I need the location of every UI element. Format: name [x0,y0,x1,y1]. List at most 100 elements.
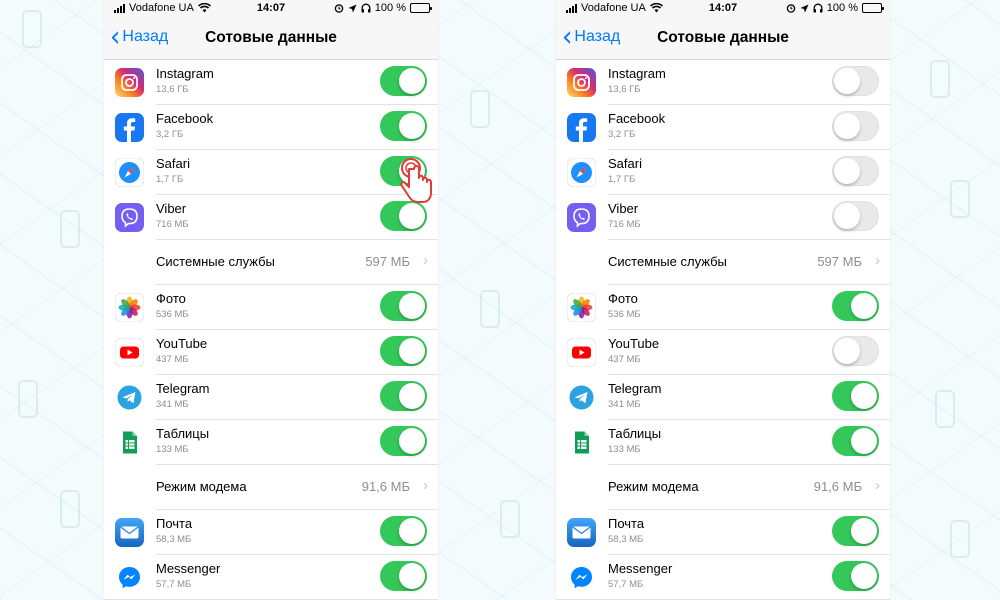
instagram-icon [115,68,144,97]
page-title: Сотовые данные [657,29,789,46]
app-name: Safari [608,156,642,171]
cellular-data-toggle[interactable] [380,336,427,366]
cellular-data-toggle[interactable] [832,201,879,231]
app-name: YouTube [608,336,660,351]
toggle-knob [851,293,877,319]
system-row-label: Системные службы [156,254,275,269]
toggle-knob [399,293,425,319]
telegram-icon [115,383,144,412]
cellular-data-toggle[interactable] [832,66,879,96]
facebook-icon [567,113,596,142]
app-data-usage: 536 МБ [608,309,641,320]
app-data-usage: 341 МБ [156,399,189,410]
cellular-data-toggle[interactable] [832,561,879,591]
app-name: Messenger [156,561,221,576]
phone-watermark-icon [18,380,38,418]
app-row: Instagram 13,6 ГБ [556,60,890,105]
app-name: Viber [608,201,639,216]
system-row[interactable]: Системные службы 597 МБ › [556,240,890,285]
app-data-usage: 716 МБ [156,219,189,230]
cellular-data-toggle[interactable] [832,516,879,546]
system-row-value: 597 МБ [365,254,410,269]
messenger-icon [115,563,144,592]
system-row[interactable]: Режим модема 91,6 МБ › [104,465,438,510]
app-data-usage: 437 МБ [156,354,189,365]
app-data-usage: 57,7 МБ [156,579,192,590]
cellular-data-toggle[interactable] [380,426,427,456]
app-row: Instagram 13,6 ГБ [104,60,438,105]
app-row: Safari 1,7 ГБ [104,150,438,195]
app-row: Messenger 57,7 МБ [104,555,438,600]
viber-icon [115,203,144,232]
app-data-usage: 341 МБ [608,399,641,410]
app-data-usage: 1,7 ГБ [156,174,184,185]
app-data-usage: 3,2 ГБ [156,129,184,140]
app-name: Telegram [156,381,210,396]
alarm-icon [786,4,796,13]
system-row[interactable]: Системные службы 597 МБ › [104,240,438,285]
system-row-label: Системные службы [608,254,727,269]
mail-icon [115,518,144,547]
system-row[interactable]: Режим модема 91,6 МБ › [556,465,890,510]
cellular-data-toggle[interactable] [832,291,879,321]
app-row: Почта 58,3 МБ [556,510,890,555]
cellular-data-toggle[interactable] [832,381,879,411]
toggle-knob [851,563,877,589]
sheets-icon [567,428,596,457]
youtube-icon [567,338,596,367]
app-name: Instagram [156,66,214,81]
system-row-value: 91,6 МБ [361,479,410,494]
app-name: Почта [156,516,193,531]
app-row: Таблицы 133 МБ [556,420,890,465]
cellular-app-list: Instagram 13,6 ГБ Facebook 3,2 ГБ Safari… [104,60,438,600]
toggle-knob [399,563,425,589]
cellular-data-toggle[interactable] [832,336,879,366]
cellular-data-toggle[interactable] [380,201,427,231]
app-name: Facebook [608,111,666,126]
cellular-data-toggle[interactable] [380,111,427,141]
cellular-data-toggle[interactable] [832,156,879,186]
sheets-icon [115,428,144,457]
cellular-data-toggle[interactable] [832,426,879,456]
status-bar: Vodafone UA 14:07 100 % [104,0,438,18]
navigation-bar: ‹ Назад Сотовые данные [104,18,438,60]
phone-watermark-icon [480,290,500,328]
phone-screen-before: Vodafone UA 14:07 100 % ‹ Назад Сотовые … [104,0,438,600]
tap-hand-pointer-icon [400,158,432,203]
cellular-data-toggle[interactable] [380,66,427,96]
app-name: Viber [156,201,187,216]
app-data-usage: 58,3 МБ [156,534,192,545]
cellular-app-list: Instagram 13,6 ГБ Facebook 3,2 ГБ Safari… [556,60,890,600]
navigation-bar: ‹ Назад Сотовые данные [556,18,890,60]
app-data-usage: 133 МБ [608,444,641,455]
phone-watermark-icon [930,60,950,98]
toggle-knob [834,338,860,364]
app-name: Таблицы [608,426,662,441]
app-data-usage: 716 МБ [608,219,641,230]
app-row: Telegram 341 МБ [104,375,438,420]
battery-icon [862,3,884,13]
cellular-data-toggle[interactable] [380,381,427,411]
alarm-icon [334,4,344,13]
toggle-knob [834,203,860,229]
app-name: Messenger [608,561,673,576]
cellular-data-toggle[interactable] [380,291,427,321]
app-data-usage: 57,7 МБ [608,579,644,590]
toggle-knob [399,518,425,544]
chevron-right-icon: › [423,252,428,269]
app-row: Viber 716 МБ [104,195,438,240]
toggle-knob [834,158,860,184]
app-name: Фото [156,291,186,306]
app-row: Facebook 3,2 ГБ [104,105,438,150]
app-data-usage: 133 МБ [156,444,189,455]
app-name: Таблицы [156,426,210,441]
phone-screen-after: Vodafone UA 14:07 100 % ‹ Назад Сотовые … [556,0,890,600]
app-row: Facebook 3,2 ГБ [556,105,890,150]
chevron-right-icon: › [875,477,880,494]
app-row: Фото 536 МБ [104,285,438,330]
cellular-data-toggle[interactable] [380,516,427,546]
cellular-data-toggle[interactable] [380,561,427,591]
phone-watermark-icon [22,10,42,48]
phone-watermark-icon [935,390,955,428]
cellular-data-toggle[interactable] [832,111,879,141]
